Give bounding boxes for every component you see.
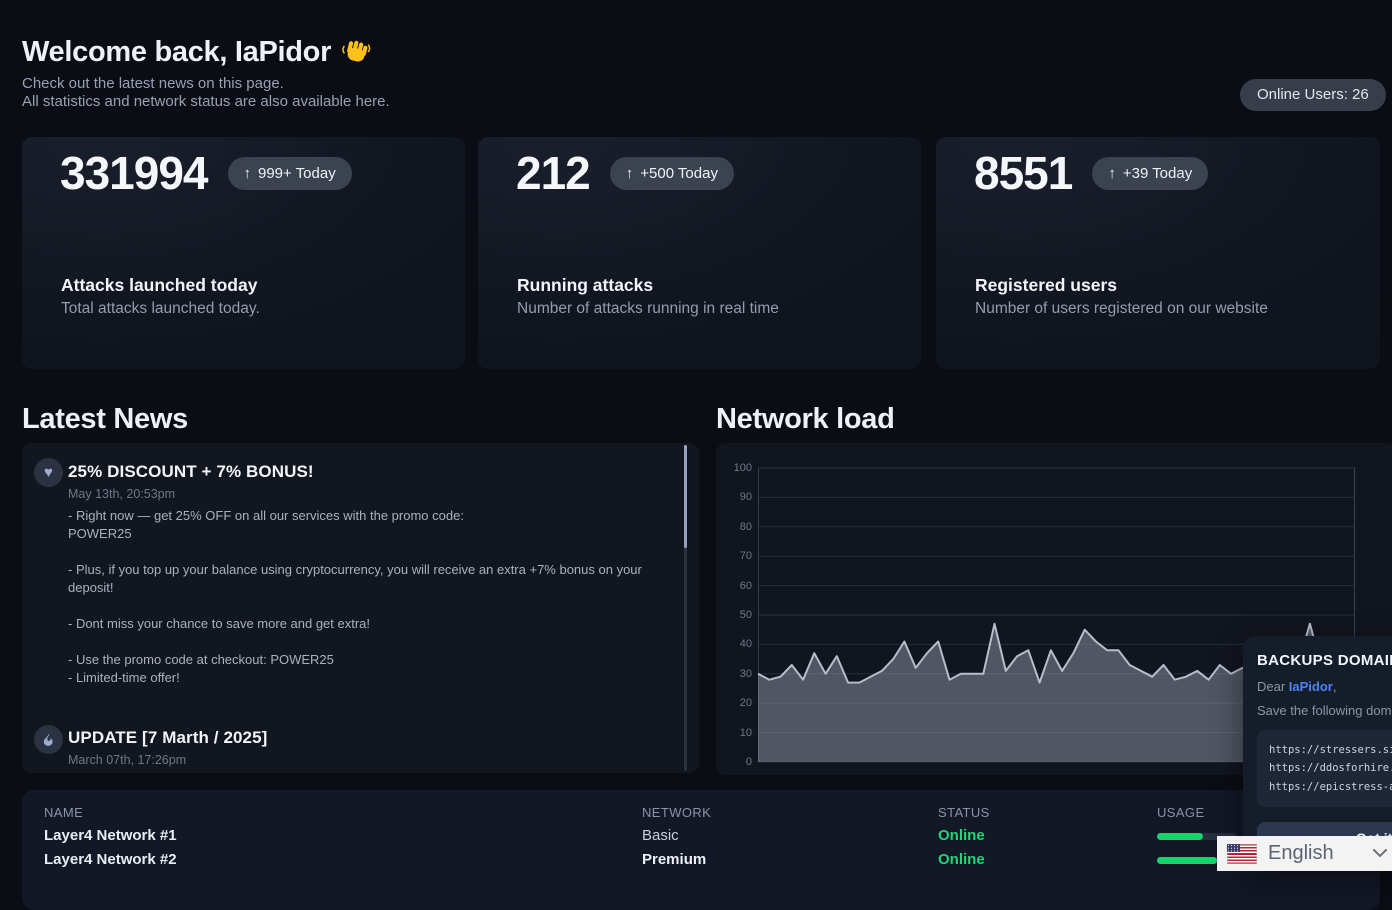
subtitle-line-1: Check out the latest news on this page. (22, 75, 284, 92)
news-item-body: - Right now — get 25% OFF on all our ser… (68, 507, 653, 687)
chevron-down-icon (1372, 848, 1388, 858)
stat-trend-badge: ↑+39 Today (1092, 157, 1208, 190)
backup-domain: https://stressers.site (1269, 741, 1392, 759)
table-header-network: NETWORK (642, 805, 711, 820)
stat-title: Registered users (975, 275, 1117, 296)
news-item-title: 25% DISCOUNT + 7% BONUS! (68, 462, 314, 482)
usage-bar-fill (1157, 857, 1217, 864)
page-title: Welcome back, IaPidor (22, 36, 371, 69)
language-label: English (1268, 842, 1334, 865)
latest-news-heading: Latest News (22, 403, 188, 436)
backup-domain: https://epicstress-api (1269, 778, 1392, 796)
network-name: Layer4 Network #1 (44, 827, 177, 844)
up-arrow-icon: ↑ (1108, 157, 1116, 190)
news-item-date: May 13th, 20:53pm (68, 487, 175, 501)
y-tick-label: 40 (716, 638, 752, 650)
stat-card-attacks-today: 331994 ↑999+ Today Attacks launched toda… (22, 137, 465, 369)
stat-badge-label: +39 Today (1123, 157, 1192, 190)
stat-trend-badge: ↑+500 Today (610, 157, 734, 190)
up-arrow-icon: ↑ (626, 157, 634, 190)
stat-card-running-attacks: 212 ↑+500 Today Running attacks Number o… (478, 137, 921, 369)
y-tick-label: 50 (716, 609, 752, 621)
stat-title: Running attacks (517, 275, 653, 296)
news-item-date: March 07th, 17:26pm (68, 753, 186, 767)
subtitle-line-2: All statistics and network status are al… (22, 93, 390, 110)
flame-icon (34, 725, 63, 754)
stat-value: 8551 (974, 146, 1072, 200)
wave-emoji-icon (341, 38, 371, 68)
status-badge: Online (938, 851, 985, 868)
username-link: IaPidor (1289, 679, 1333, 694)
stat-description: Number of users registered on our websit… (975, 300, 1268, 318)
language-selector[interactable]: English (1217, 836, 1392, 871)
y-tick-label: 10 (716, 727, 752, 739)
y-tick-label: 30 (716, 668, 752, 680)
news-scrollbar-track[interactable] (684, 445, 687, 771)
stat-card-registered-users: 8551 ↑+39 Today Registered users Number … (936, 137, 1380, 369)
y-tick-label: 70 (716, 550, 752, 562)
network-load-heading: Network load (716, 403, 895, 436)
stat-value: 212 (516, 146, 590, 200)
networks-table: NAME NETWORK STATUS USAGE Layer4 Network… (22, 790, 1380, 910)
popup-message: Save the following domains (1257, 703, 1392, 718)
up-arrow-icon: ↑ (244, 157, 252, 190)
latest-news-panel: ♥ 25% DISCOUNT + 7% BONUS! May 13th, 20:… (22, 443, 699, 773)
table-header-status: STATUS (938, 805, 990, 820)
table-header-usage: USAGE (1157, 805, 1205, 820)
stat-trend-badge: ↑999+ Today (228, 157, 352, 190)
us-flag-icon (1227, 844, 1257, 864)
backup-domains-list: https://stressers.site https://ddosforhi… (1257, 730, 1392, 807)
popup-greeting: Dear IaPidor, (1257, 679, 1392, 694)
table-header-name: NAME (44, 805, 83, 820)
welcome-text: Welcome back, IaPidor (22, 36, 331, 69)
heart-icon: ♥ (34, 458, 63, 487)
y-tick-label: 90 (716, 491, 752, 503)
y-tick-label: 60 (716, 580, 752, 592)
y-tick-label: 0 (716, 756, 752, 768)
y-tick-label: 20 (716, 697, 752, 709)
usage-bar-fill (1157, 833, 1203, 840)
stat-title: Attacks launched today (61, 275, 257, 296)
stat-description: Total attacks launched today. (61, 300, 260, 318)
news-item-title: UPDATE [7 Marth / 2025] (68, 728, 267, 748)
backup-domain: https://ddosforhire.to (1269, 759, 1392, 777)
network-tier: Premium (642, 851, 706, 868)
status-badge: Online (938, 827, 985, 844)
online-users-badge: Online Users: 26 (1240, 79, 1386, 111)
y-tick-label: 80 (716, 521, 752, 533)
stat-badge-label: 999+ Today (258, 157, 336, 190)
stat-badge-label: +500 Today (640, 157, 718, 190)
chart-y-axis-labels: 0102030405060708090100 (716, 468, 752, 762)
network-tier: Basic (642, 827, 679, 844)
popup-title: BACKUPS DOMAINS (1257, 652, 1392, 669)
network-name: Layer4 Network #2 (44, 851, 177, 868)
stat-value: 331994 (60, 146, 208, 200)
stat-description: Number of attacks running in real time (517, 300, 779, 318)
news-scrollbar-thumb[interactable] (684, 445, 687, 548)
y-tick-label: 100 (716, 462, 752, 474)
